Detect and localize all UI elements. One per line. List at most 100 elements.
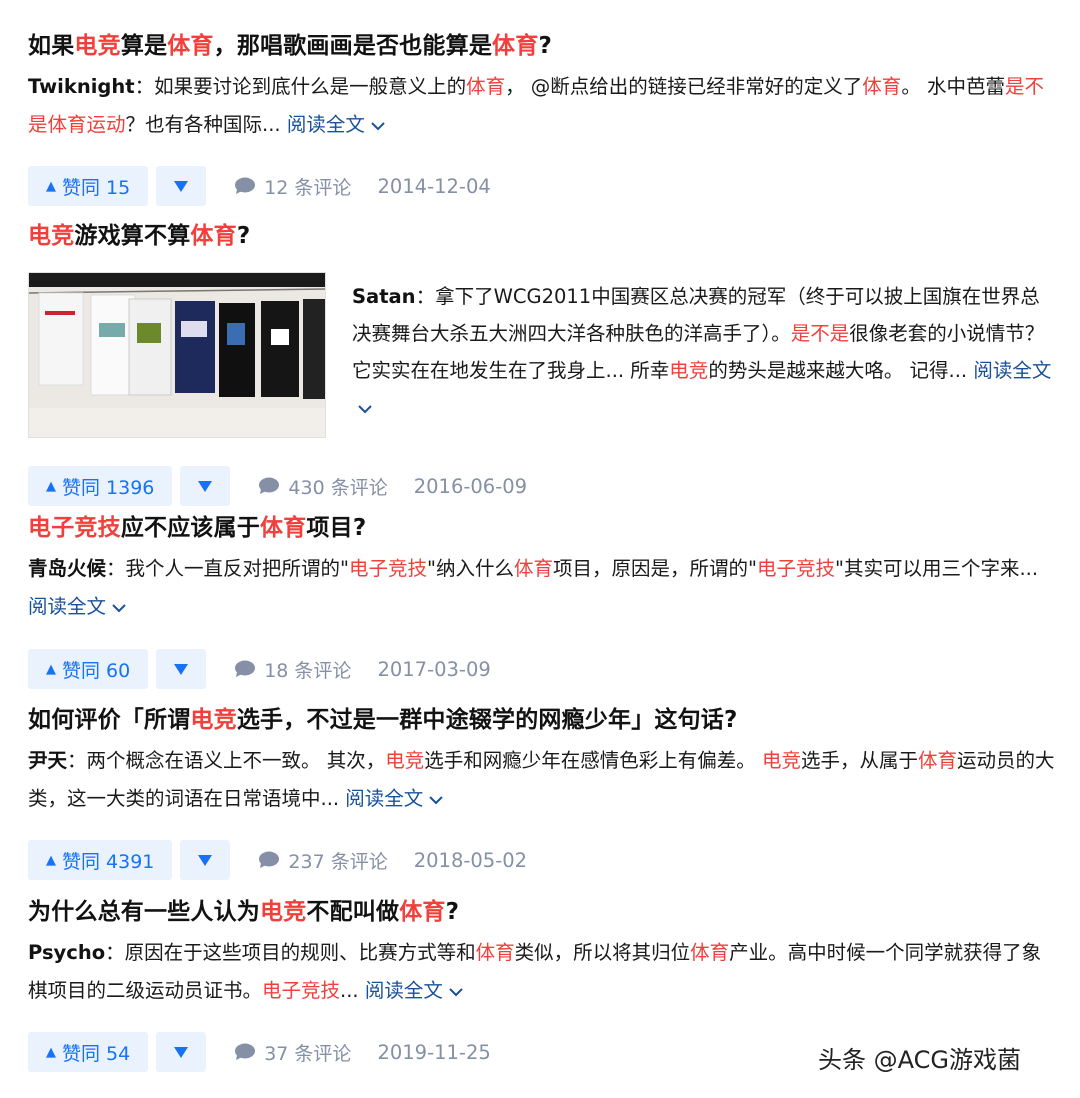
excerpt-highlight: 电竞: [385, 749, 425, 772]
excerpt-text: ：两个概念在语义上不一致。 其次，: [67, 749, 386, 772]
excerpt-highlight: 体育: [466, 75, 506, 98]
answer-excerpt[interactable]: Satan：拿下了WCG2011中国赛区总决赛的冠军（终于可以披上国旗在世界总决…: [352, 278, 1052, 426]
answer-excerpt[interactable]: 青岛火候：我个人一直反对把所谓的"电子竞技"纳入什么体育项目，原因是，所谓的"电…: [28, 550, 1058, 626]
excerpt-text: ：原因在于这些项目的规则、比赛方式等和: [105, 941, 476, 964]
title-highlight: 电竞: [260, 899, 307, 925]
chevron-down-icon[interactable]: [358, 404, 372, 414]
upvote-button[interactable]: ▲ 赞同 54: [28, 1032, 149, 1072]
upvote-label: 赞同 4391: [62, 850, 155, 873]
downvote-button[interactable]: [180, 466, 231, 506]
chevron-down-icon[interactable]: [449, 987, 463, 997]
excerpt-highlight: 电竞: [761, 749, 801, 772]
excerpt-text: 选手和网瘾少年在感情色彩上有偏差。: [424, 749, 762, 772]
excerpt-text: 的势头是越来越大咯。 记得...: [708, 359, 974, 382]
answer-excerpt[interactable]: 尹天：两个概念在语义上不一致。 其次，电竞选手和网瘾少年在感情色彩上有偏差。 电…: [28, 742, 1058, 818]
read-more-link[interactable]: 阅读全文: [973, 359, 1051, 382]
answer-date: 2019-11-25: [377, 1040, 491, 1064]
comments-button[interactable]: 18 条评论: [234, 656, 351, 683]
comments-button[interactable]: 237 条评论: [258, 847, 388, 874]
question-title[interactable]: 如果电竞算是体育，那唱歌画画是否也能算是体育?: [28, 30, 1058, 62]
upvote-label: 赞同 60: [62, 659, 131, 682]
downvote-button[interactable]: [180, 840, 231, 880]
action-bar: ▲ 赞同 4391 237 条评论 2018-05-02: [28, 840, 527, 880]
excerpt-highlight: 体育: [917, 749, 957, 772]
chevron-down-icon[interactable]: [112, 603, 126, 613]
excerpt-highlight: 电子竞技: [262, 979, 341, 1002]
title-highlight: 体育: [260, 515, 307, 541]
answer-excerpt[interactable]: Psycho：原因在于这些项目的规则、比赛方式等和体育类似，所以将其归位体育产业…: [28, 934, 1058, 1010]
title-highlight: 电竞: [74, 33, 121, 59]
triangle-up-icon: ▲: [46, 661, 56, 677]
upvote-button[interactable]: ▲ 赞同 60: [28, 649, 149, 689]
question-title[interactable]: 如何评价「所谓电竞选手，不过是一群中途辍学的网瘾少年」这句话?: [28, 704, 1058, 736]
read-more-link[interactable]: 阅读全文: [365, 979, 443, 1002]
excerpt-text: ？也有各种国际...: [125, 113, 287, 136]
answer-card-2: 电竞游戏算不算体育? Satan：拿下了WCG2011中国赛区总决赛的冠军（终于…: [28, 220, 1058, 506]
title-highlight: 体育: [167, 33, 214, 59]
excerpt-text: ...: [340, 979, 365, 1002]
triangle-down-icon: [174, 663, 189, 675]
answer-card-3: 电子竞技应不应该属于体育项目? 青岛火候：我个人一直反对把所谓的"电子竞技"纳入…: [28, 512, 1058, 689]
author-name[interactable]: 尹天: [28, 749, 67, 772]
excerpt-text: 项目，原因是，所谓的": [553, 557, 757, 580]
excerpt-highlight: 电子竞技: [757, 557, 836, 580]
question-title[interactable]: 电竞游戏算不算体育?: [28, 220, 1058, 252]
triangle-down-icon: [174, 1046, 189, 1058]
title-highlight: 体育: [399, 899, 446, 925]
author-name[interactable]: Twiknight: [28, 75, 135, 98]
excerpt-highlight: 是不是: [790, 322, 850, 345]
downvote-button[interactable]: [156, 166, 207, 206]
chevron-down-icon[interactable]: [371, 121, 385, 131]
question-title[interactable]: 为什么总有一些人认为电竞不配叫做体育?: [28, 896, 1058, 928]
question-title[interactable]: 电子竞技应不应该属于体育项目?: [28, 512, 1058, 544]
upvote-button[interactable]: ▲ 赞同 1396: [28, 466, 173, 506]
excerpt-highlight: 电子竞技: [349, 557, 428, 580]
downvote-button[interactable]: [156, 649, 207, 689]
excerpt-text: 类似，所以将其归位: [514, 941, 691, 964]
comments-button[interactable]: 430 条评论: [258, 473, 388, 500]
action-bar: ▲ 赞同 15 12 条评论 2014-12-04: [28, 166, 491, 206]
comment-bubble-icon: [235, 660, 256, 677]
title-text: ，那唱歌画画是否也能算是: [213, 33, 493, 59]
excerpt-highlight: 体育: [690, 941, 730, 964]
source-watermark: 头条 @ACG游戏菌: [818, 1046, 1021, 1074]
excerpt-highlight: 体育: [514, 557, 554, 580]
title-highlight: 体育: [492, 33, 539, 59]
author-name[interactable]: Satan: [352, 285, 416, 308]
answer-date: 2017-03-09: [377, 657, 491, 681]
title-highlight: 体育: [190, 223, 237, 249]
comments-button[interactable]: 37 条评论: [234, 1039, 351, 1066]
thumbnail-image: [29, 273, 325, 437]
action-bar: ▲ 赞同 54 37 条评论 2019-11-25: [28, 1032, 491, 1072]
excerpt-text: ：我个人一直反对把所谓的": [106, 557, 349, 580]
chevron-down-icon[interactable]: [429, 795, 444, 805]
answer-thumbnail[interactable]: [28, 272, 326, 438]
comments-button[interactable]: 12 条评论: [234, 173, 351, 200]
excerpt-text: ：如果要讨论到底什么是一般意义上的: [134, 75, 467, 98]
author-name[interactable]: 青岛火候: [28, 557, 106, 580]
upvote-label: 赞同 15: [62, 176, 131, 199]
read-more-link[interactable]: 阅读全文: [287, 113, 365, 136]
author-name[interactable]: Psycho: [28, 941, 105, 964]
title-text: ?: [236, 223, 251, 249]
answer-date: 2018-05-02: [413, 848, 528, 872]
comment-bubble-icon: [259, 477, 280, 494]
title-text: ?: [538, 33, 552, 59]
read-more-link[interactable]: 阅读全文: [28, 595, 106, 618]
upvote-label: 赞同 54: [62, 1042, 131, 1065]
answer-date: 2016-06-09: [413, 474, 528, 498]
excerpt-text: ， @断点给出的链接已经非常好的定义了: [505, 75, 863, 98]
upvote-button[interactable]: ▲ 赞同 4391: [28, 840, 173, 880]
triangle-up-icon: ▲: [46, 852, 56, 868]
read-more-link[interactable]: 阅读全文: [345, 787, 423, 810]
answer-card-4: 如何评价「所谓电竞选手，不过是一群中途辍学的网瘾少年」这句话? 尹天：两个概念在…: [28, 704, 1058, 880]
triangle-up-icon: ▲: [46, 178, 56, 194]
upvote-button[interactable]: ▲ 赞同 15: [28, 166, 149, 206]
downvote-button[interactable]: [156, 1032, 207, 1072]
excerpt-highlight: 电竞: [669, 359, 709, 382]
comments-count: 37 条评论: [264, 1042, 352, 1065]
excerpt-text: "纳入什么: [427, 557, 514, 580]
title-text: 选手，不过是一群中途辍学的网瘾少年」这句话?: [236, 707, 738, 733]
answer-excerpt[interactable]: Twiknight：如果要讨论到底什么是一般意义上的体育， @断点给出的链接已经…: [28, 68, 1058, 144]
title-text: 项目?: [306, 515, 367, 541]
